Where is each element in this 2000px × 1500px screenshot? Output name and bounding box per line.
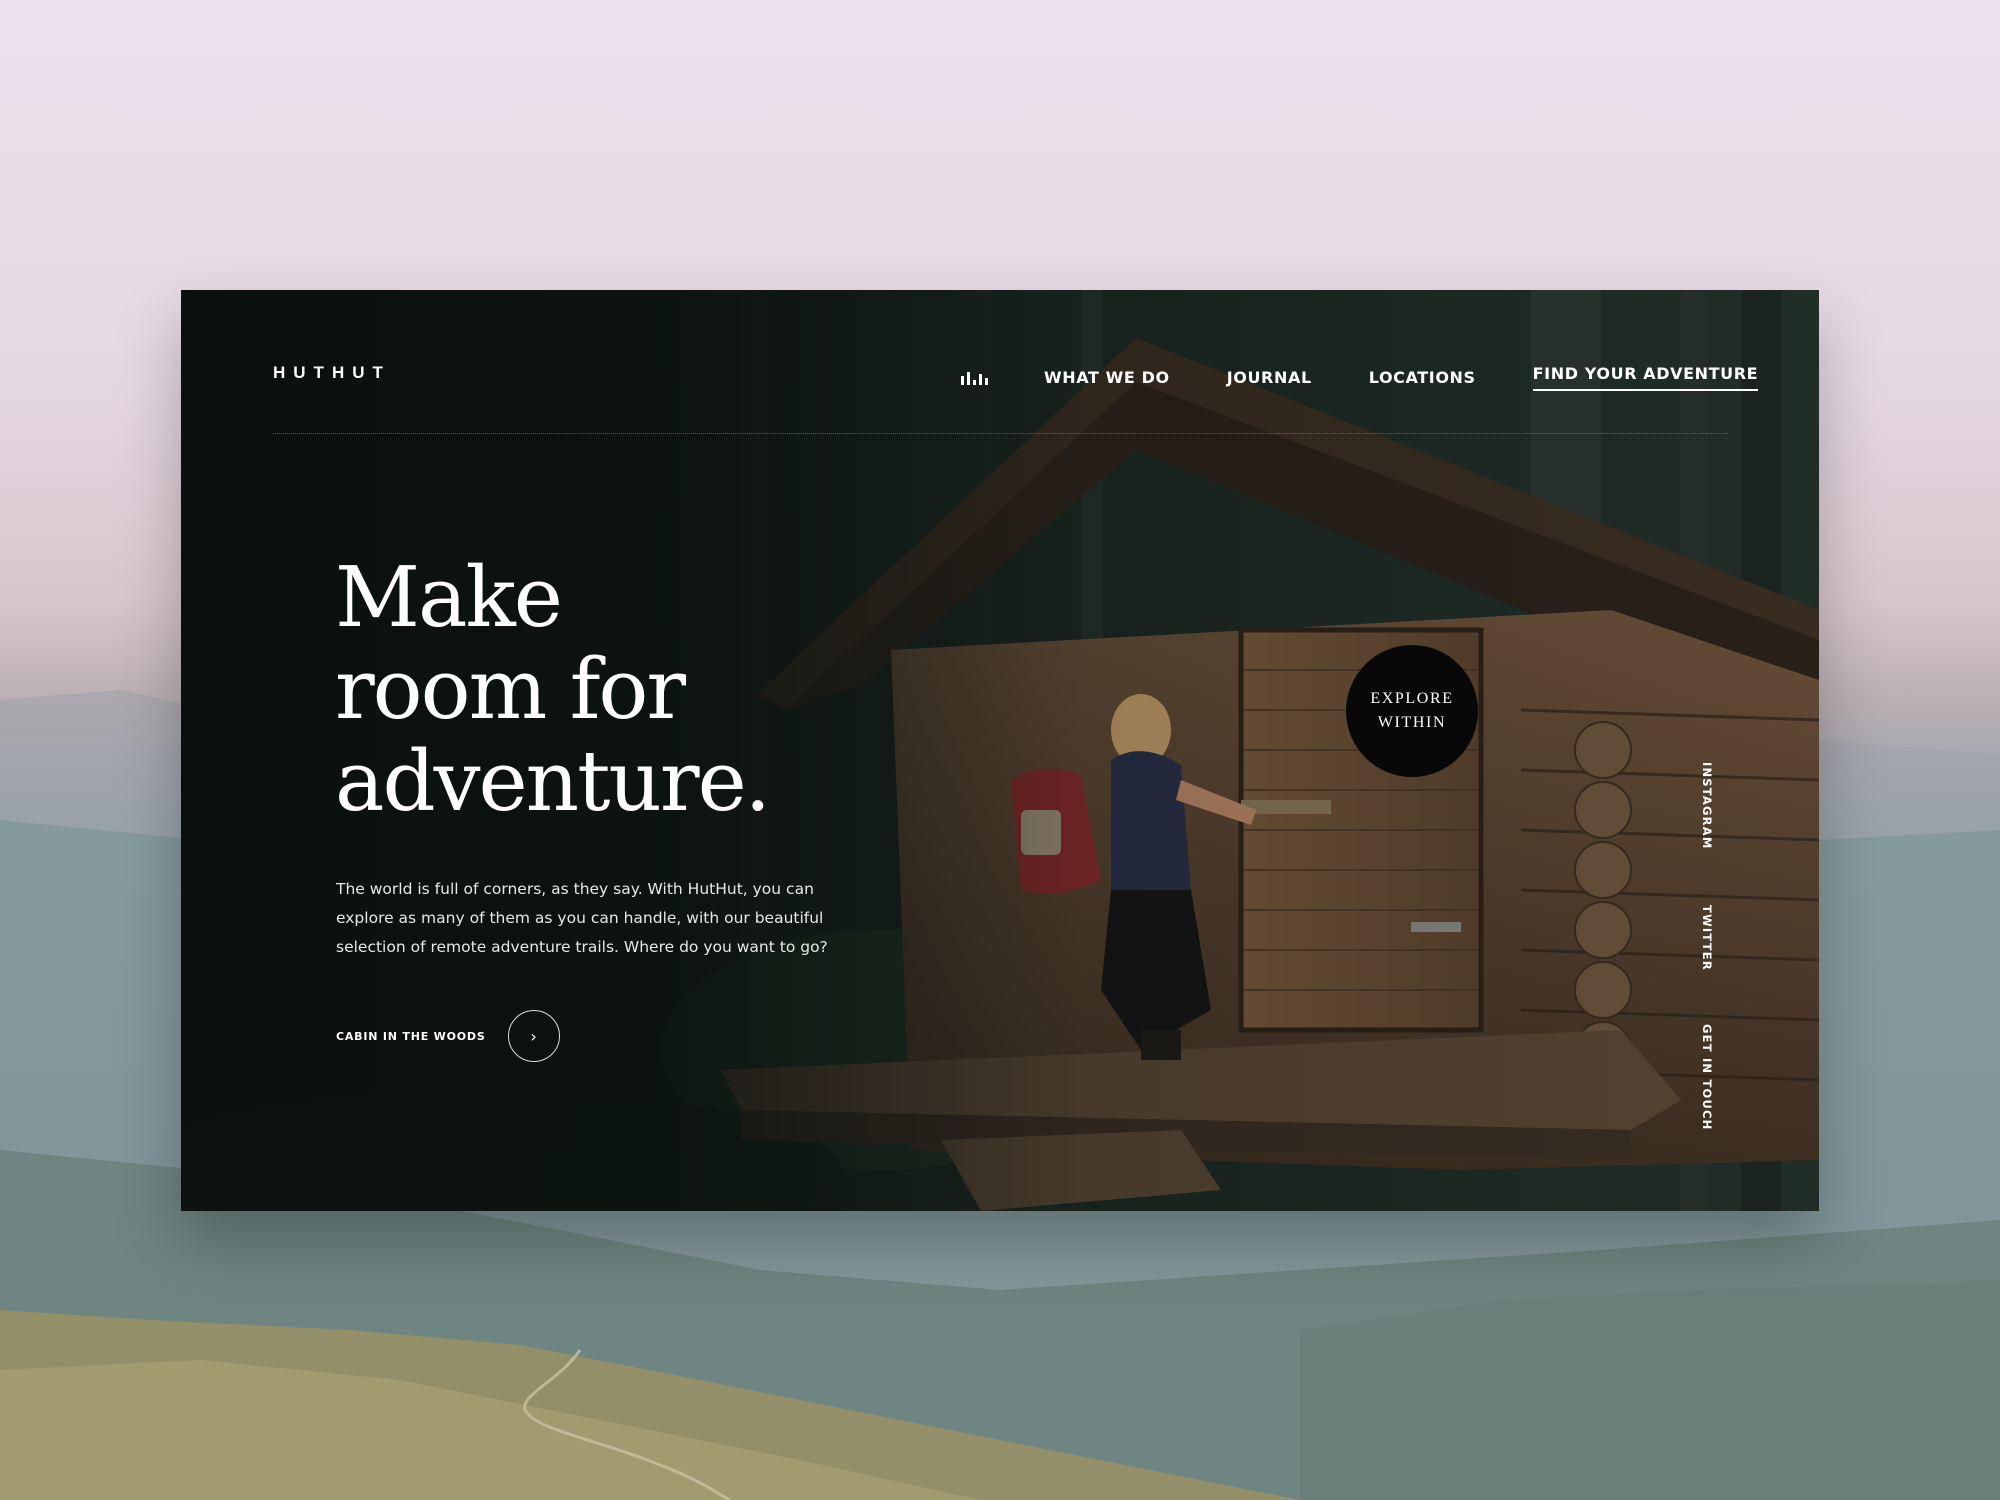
nav-journal[interactable]: JOURNAL xyxy=(1227,368,1312,387)
brand-logo[interactable]: HUTHUT xyxy=(273,363,391,383)
bars-chart-icon[interactable] xyxy=(961,372,988,385)
nav-locations[interactable]: LOCATIONS xyxy=(1369,368,1476,387)
social-twitter[interactable]: TWITTER xyxy=(1700,905,1714,971)
nav-find-your-adventure[interactable]: FIND YOUR ADVENTURE xyxy=(1532,364,1759,391)
hero-card: HUTHUT WHAT WE DO JOURNAL LOCATIONS FIND… xyxy=(181,290,1819,1211)
header-divider xyxy=(273,433,1728,434)
badge-line: EXPLORE xyxy=(1370,690,1454,707)
cabin-cta-link[interactable]: CABIN IN THE WOODS › xyxy=(336,1010,560,1062)
badge-line: WITHIN xyxy=(1377,714,1447,731)
nav-what-we-do[interactable]: WHAT WE DO xyxy=(1044,368,1170,387)
social-get-in-touch[interactable]: GET IN TOUCH xyxy=(1700,1024,1714,1130)
explore-within-badge[interactable]: EXPLORE WITHIN xyxy=(1346,645,1478,777)
hero-title-line: adventure. xyxy=(335,733,771,830)
hero-description: The world is full of corners, as they sa… xyxy=(336,880,828,956)
hero-title-line: Make xyxy=(335,549,563,646)
hero-title: Make room for adventure. xyxy=(335,549,771,830)
hero-title-line: room for xyxy=(335,641,686,738)
chevron-right-icon[interactable]: › xyxy=(507,1010,560,1062)
cta-label[interactable]: CABIN IN THE WOODS xyxy=(336,1030,486,1043)
social-instagram[interactable]: INSTAGRAM xyxy=(1700,762,1714,849)
main-nav: WHAT WE DO JOURNAL LOCATIONS FIND YOUR A… xyxy=(961,364,1759,391)
